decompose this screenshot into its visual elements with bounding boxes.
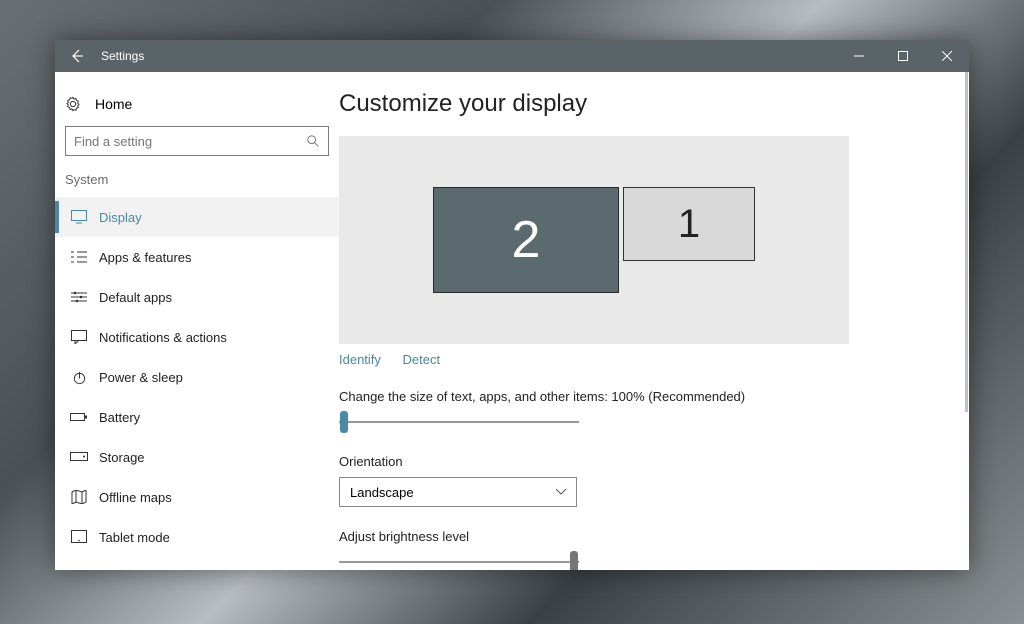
sidebar: Home System Display Apps & features [55, 72, 339, 570]
monitor-icon [67, 210, 91, 224]
power-icon [67, 370, 91, 385]
scrollbar[interactable] [961, 72, 969, 570]
slider-thumb[interactable] [340, 411, 348, 433]
sidebar-item-display[interactable]: Display [55, 197, 339, 237]
search-input[interactable] [66, 127, 328, 155]
minimize-icon [854, 51, 864, 61]
sidebar-item-label: Default apps [99, 290, 172, 305]
display-arrangement[interactable]: 2 1 [339, 136, 849, 344]
slider-track [339, 561, 579, 563]
slider-track [339, 421, 579, 423]
scrollbar-thumb[interactable] [965, 72, 968, 412]
battery-icon [67, 411, 91, 423]
sliders-icon [67, 290, 91, 304]
monitor-2[interactable]: 2 [433, 187, 619, 293]
window-controls [837, 40, 969, 72]
sidebar-item-label: Apps & features [99, 250, 192, 265]
home-button[interactable]: Home [55, 90, 339, 126]
section-label: System [55, 170, 339, 197]
sidebar-item-offline-maps[interactable]: Offline maps [55, 477, 339, 517]
window-title: Settings [99, 49, 144, 63]
sidebar-item-tablet-mode[interactable]: Tablet mode [55, 517, 339, 557]
page-title: Customize your display [339, 90, 929, 118]
sidebar-item-battery[interactable]: Battery [55, 397, 339, 437]
map-icon [67, 490, 91, 504]
scale-label: Change the size of text, apps, and other… [339, 389, 929, 404]
minimize-button[interactable] [837, 40, 881, 72]
display-links: Identify Detect [339, 352, 929, 367]
sidebar-item-notifications[interactable]: Notifications & actions [55, 317, 339, 357]
search-wrap [55, 126, 339, 170]
close-icon [942, 51, 952, 61]
tablet-icon [67, 530, 91, 544]
arrow-left-icon [69, 48, 85, 64]
close-button[interactable] [925, 40, 969, 72]
sidebar-item-label: Power & sleep [99, 370, 183, 385]
sidebar-item-label: Battery [99, 410, 140, 425]
sidebar-item-apps-features[interactable]: Apps & features [55, 237, 339, 277]
sidebar-item-default-apps[interactable]: Default apps [55, 277, 339, 317]
chevron-down-icon [556, 489, 566, 495]
sidebar-item-label: Notifications & actions [99, 330, 227, 345]
search-icon [306, 134, 320, 148]
list-icon [67, 250, 91, 264]
brightness-label: Adjust brightness level [339, 529, 929, 544]
sidebar-item-label: Tablet mode [99, 530, 170, 545]
slider-thumb[interactable] [570, 551, 578, 570]
search-box[interactable] [65, 126, 329, 156]
titlebar: Settings [55, 40, 969, 72]
sidebar-item-label: Offline maps [99, 490, 172, 505]
maximize-icon [898, 51, 908, 61]
identify-link[interactable]: Identify [339, 352, 381, 367]
orientation-value: Landscape [350, 485, 414, 500]
monitor-label: 2 [512, 210, 541, 270]
chat-icon [67, 330, 91, 344]
back-button[interactable] [55, 40, 99, 72]
content: Home System Display Apps & features [55, 72, 969, 570]
brightness-slider[interactable] [339, 552, 579, 570]
home-label: Home [95, 96, 132, 112]
drive-icon [67, 452, 91, 462]
main-panel: Customize your display 2 1 Identify Dete… [339, 72, 969, 570]
detect-link[interactable]: Detect [403, 352, 441, 367]
monitor-1[interactable]: 1 [623, 187, 755, 261]
sidebar-item-label: Display [99, 210, 142, 225]
monitor-label: 1 [678, 202, 700, 247]
gear-icon [65, 96, 89, 112]
sidebar-item-label: Storage [99, 450, 145, 465]
settings-window: Settings Home [55, 40, 969, 570]
sidebar-item-power-sleep[interactable]: Power & sleep [55, 357, 339, 397]
maximize-button[interactable] [881, 40, 925, 72]
orientation-dropdown[interactable]: Landscape [339, 477, 577, 507]
sidebar-item-storage[interactable]: Storage [55, 437, 339, 477]
orientation-label: Orientation [339, 454, 929, 469]
scale-slider[interactable] [339, 412, 579, 432]
